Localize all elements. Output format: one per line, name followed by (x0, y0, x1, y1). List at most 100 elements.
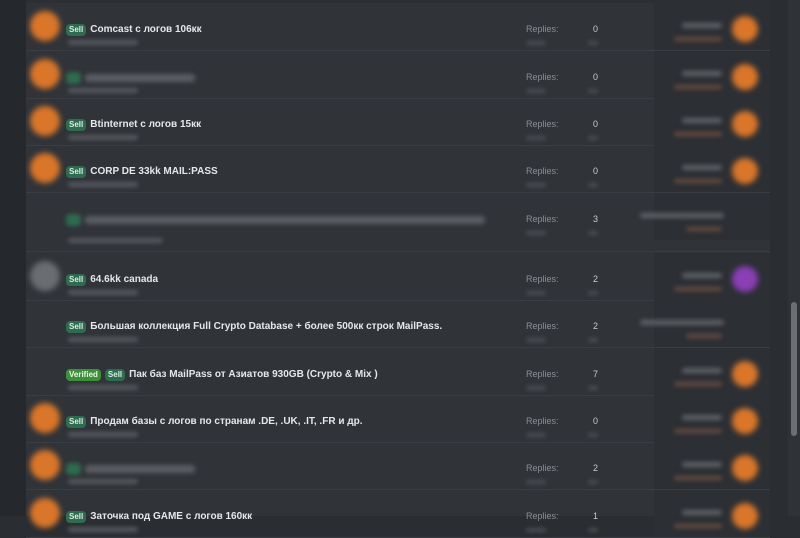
thread-row[interactable]: Replies: 3 (26, 193, 770, 252)
prefix-tag-verified[interactable]: Verified (66, 369, 101, 381)
thread-meta-blurred (68, 40, 138, 45)
latest-poster-avatar[interactable] (732, 111, 758, 137)
thread-meta-blurred (68, 527, 138, 532)
latest-post-user-blurred (674, 85, 722, 89)
latest-poster-avatar[interactable] (732, 16, 758, 42)
thread-title[interactable]: Заточка под GAME с логов 160кк (90, 511, 252, 523)
replies-label: Replies: (526, 511, 559, 521)
thread-title-line (66, 213, 485, 227)
replies-count: 0 (592, 119, 598, 129)
views-label-blurred (526, 528, 546, 532)
replies-count: 3 (592, 214, 598, 224)
prefix-tag-sell[interactable]: Sell (104, 369, 126, 381)
list-top-edge (26, 0, 770, 3)
author-avatar[interactable] (30, 498, 60, 528)
scrollbar-track[interactable] (788, 0, 800, 516)
views-count-blurred (588, 386, 598, 390)
author-avatar[interactable] (30, 403, 60, 433)
replies-label: Replies: (526, 24, 559, 34)
replies-label: Replies: (526, 72, 559, 82)
author-avatar[interactable] (30, 153, 60, 183)
thread-title[interactable]: 64.6kk canada (90, 274, 158, 286)
replies-count: 0 (592, 416, 598, 426)
thread-title-blurred[interactable] (84, 216, 485, 224)
views-count-blurred (588, 480, 598, 484)
thread-row[interactable]: Sell Продам базы с логов по странам .DE, … (26, 395, 770, 443)
author-avatar[interactable] (30, 59, 60, 89)
thread-row[interactable]: Sell CORP DE 33kk MAIL:PASS Replies: 0 (26, 145, 770, 193)
thread-title-line: Sell Заточка под GAME с логов 160кк (66, 510, 252, 524)
thread-row[interactable]: Sell 64.6kk canada Replies: 2 (26, 253, 770, 301)
replies-label: Replies: (526, 166, 559, 176)
thread-row[interactable]: Sell Btinternet с логов 15кк Replies: 0 (26, 98, 770, 146)
latest-post-user-blurred (674, 132, 722, 136)
views-label-blurred (526, 136, 546, 140)
views-label-blurred (526, 89, 546, 93)
thread-row[interactable]: Sell Comcast с логов 106кк Replies: 0 (26, 3, 770, 51)
prefix-tag-sell[interactable]: Sell (66, 274, 87, 286)
thread-title-line: Sell Продам базы с логов по странам .DE, … (66, 415, 362, 429)
latest-poster-avatar[interactable] (732, 361, 758, 387)
latest-post-date-blurred (682, 510, 722, 515)
thread-title-line: Sell CORP DE 33kk MAIL:PASS (66, 165, 218, 179)
thread-row[interactable]: Replies: 2 (26, 442, 770, 490)
thread-meta-blurred (68, 238, 163, 243)
latest-post-date-blurred (682, 273, 722, 278)
thread-title[interactable]: CORP DE 33kk MAIL:PASS (90, 166, 217, 178)
latest-poster-avatar[interactable] (732, 158, 758, 184)
latest-post-user-blurred (686, 334, 722, 338)
thread-meta-blurred (68, 479, 138, 484)
latest-poster-avatar[interactable] (732, 64, 758, 90)
replies-count: 1 (592, 511, 598, 521)
thread-row[interactable]: Verified Sell Пак баз MailPass от Азиатов … (26, 348, 770, 396)
latest-poster-avatar[interactable] (732, 503, 758, 529)
prefix-tag-sell[interactable]: Sell (66, 416, 87, 428)
latest-poster-avatar[interactable] (732, 408, 758, 434)
latest-post-date-blurred (640, 213, 724, 218)
thread-meta-blurred (68, 290, 138, 295)
views-count-blurred (588, 231, 598, 235)
prefix-tag-sell[interactable]: Sell (66, 166, 87, 178)
views-count-blurred (588, 183, 598, 187)
thread-row[interactable]: Sell Большая коллекция Full Crypto Databa… (26, 300, 770, 348)
thread-meta-blurred (68, 337, 138, 342)
latest-poster-avatar[interactable] (732, 266, 758, 292)
latest-post-user-blurred (674, 476, 722, 480)
author-avatar[interactable] (30, 450, 60, 480)
thread-title-blurred[interactable] (84, 465, 195, 473)
thread-meta-blurred (68, 385, 138, 390)
thread-list-panel: Sell Comcast с логов 106кк Replies: 0 Repli… (26, 0, 770, 538)
scrollbar-thumb[interactable] (791, 302, 797, 436)
views-count-blurred (588, 433, 598, 437)
prefix-tag-sell[interactable]: Sell (66, 24, 87, 36)
thread-meta-blurred (68, 182, 138, 187)
author-avatar[interactable] (30, 11, 60, 41)
thread-title[interactable]: Большая коллекция Full Crypto Database +… (90, 321, 442, 333)
thread-title-blurred[interactable] (84, 74, 195, 82)
thread-title-line: Sell 64.6kk canada (66, 273, 158, 287)
latest-post-user-blurred (674, 429, 722, 433)
views-label-blurred (526, 480, 546, 484)
author-avatar[interactable] (30, 106, 60, 136)
thread-title[interactable]: Пак баз MailPass от Азиатов 930GB (Crypt… (129, 369, 378, 381)
replies-label: Replies: (526, 119, 559, 129)
prefix-tag-blurred (66, 214, 81, 226)
replies-count: 0 (592, 24, 598, 34)
thread-title[interactable]: Btinternet с логов 15кк (90, 119, 201, 131)
thread-title[interactable]: Comcast с логов 106кк (90, 24, 201, 36)
replies-label: Replies: (526, 214, 559, 224)
latest-poster-avatar[interactable] (732, 455, 758, 481)
latest-post-user-blurred (674, 37, 722, 41)
prefix-tag-sell[interactable]: Sell (66, 119, 87, 131)
views-label-blurred (526, 338, 546, 342)
views-label-blurred (526, 433, 546, 437)
thread-title[interactable]: Продам базы с логов по странам .DE, .UK,… (90, 416, 362, 428)
thread-row[interactable]: Replies: 0 (26, 51, 770, 99)
thread-meta-blurred (68, 135, 138, 140)
thread-row[interactable]: Sell Заточка под GAME с логов 160кк Replie… (26, 490, 770, 538)
author-avatar[interactable] (30, 261, 60, 291)
latest-post-date-blurred (682, 71, 722, 76)
latest-post-date-blurred (682, 118, 722, 123)
prefix-tag-sell[interactable]: Sell (66, 511, 87, 523)
prefix-tag-sell[interactable]: Sell (66, 321, 87, 333)
